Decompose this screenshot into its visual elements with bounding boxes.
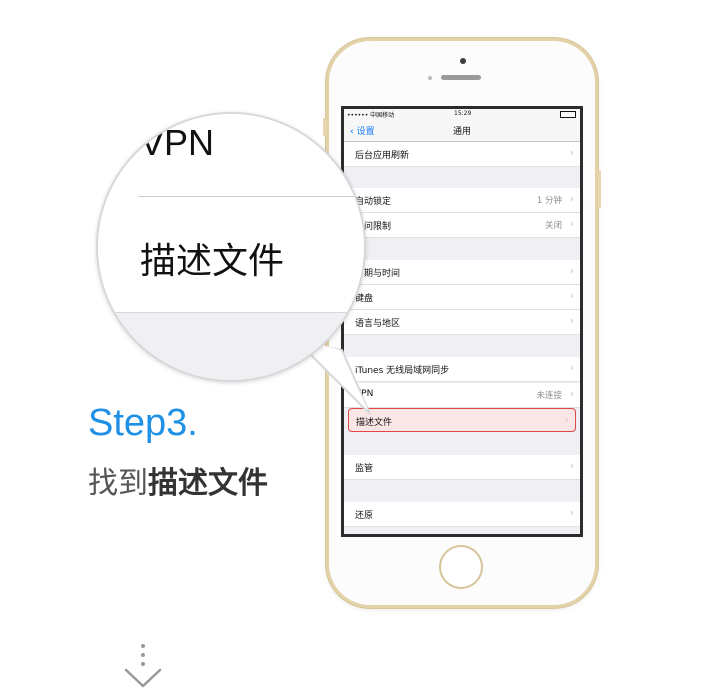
settings-row-profiles[interactable]: 描述文件 › [348, 408, 576, 432]
sensor [428, 76, 432, 80]
row-label: 监管 [355, 464, 374, 474]
caption-bold: 描述文件 [148, 466, 268, 501]
chevron-right-icon: › [569, 387, 574, 400]
chevron-right-icon: › [569, 361, 574, 374]
magnifier-callout: VPN 描述文件 [96, 112, 366, 382]
front-camera [460, 58, 466, 64]
settings-row-date-time[interactable]: 日期与时间 › [344, 260, 580, 285]
chevron-right-icon: › [569, 192, 574, 205]
chevron-right-icon: › [569, 506, 574, 519]
chevron-right-icon: › [569, 314, 574, 327]
battery-icon [560, 111, 576, 118]
nav-title: 通用 [452, 127, 471, 137]
caption-prefix: 找到 [88, 466, 148, 501]
settings-row-language-region[interactable]: 语言与地区 › [344, 310, 580, 335]
settings-row-restrictions[interactable]: 访问限制 关闭 › [344, 213, 580, 238]
home-button[interactable] [439, 545, 483, 589]
phone-screen: •••••• 中国移动 15:29 ‹ 设置 通用 后台应用刷新 › 自动锁定 … [341, 106, 583, 537]
magnifier-divider [138, 196, 364, 197]
step-caption: 找到描述文件 [88, 458, 268, 502]
power-button [598, 170, 601, 208]
magnifier-profile-text: 描述文件 [140, 241, 285, 282]
settings-row-keyboard[interactable]: 键盘 › [344, 285, 580, 310]
row-value: 关闭 [544, 221, 562, 231]
chevron-right-icon: › [569, 289, 574, 302]
chevron-right-icon: › [569, 264, 574, 277]
nav-bar: ‹ 设置 通用 [344, 119, 580, 142]
row-value: 1 分钟 [536, 196, 562, 206]
chevron-right-icon: › [564, 413, 569, 426]
settings-row-supervision[interactable]: 监管 › [344, 455, 580, 480]
magnifier-vpn-text: VPN [140, 122, 215, 163]
chevron-right-icon: › [569, 217, 574, 230]
magnifier-top-area [98, 114, 364, 200]
settings-row-auto-lock[interactable]: 自动锁定 1 分钟 › [344, 188, 580, 213]
step-title: Step3. [88, 402, 198, 444]
clock: 15:29 [454, 110, 472, 117]
settings-row-reset[interactable]: 还原 › [344, 502, 580, 527]
status-bar: •••••• 中国移动 15:29 [344, 109, 580, 119]
chevron-right-icon: › [569, 459, 574, 472]
settings-row-background-refresh[interactable]: 后台应用刷新 › [344, 142, 580, 167]
chevron-right-icon: › [569, 146, 574, 159]
row-label: 还原 [355, 511, 374, 521]
magnifier-gray-area [98, 312, 364, 380]
earpiece-speaker [441, 75, 481, 80]
row-value: 未连接 [536, 391, 562, 401]
down-arrow-icon [124, 644, 162, 688]
